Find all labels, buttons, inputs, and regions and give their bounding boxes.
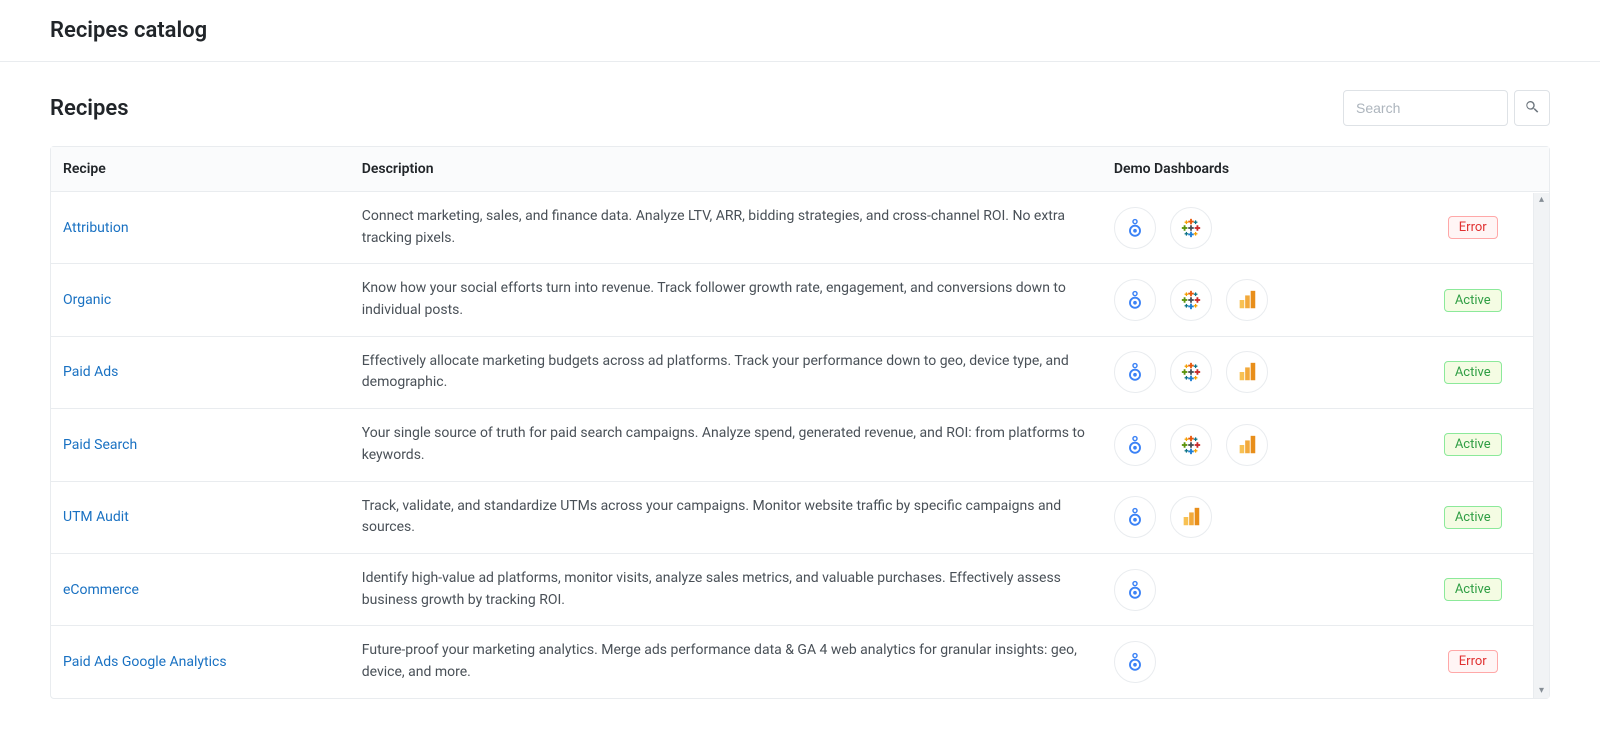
tableau-icon[interactable] — [1170, 351, 1212, 393]
section-top: Recipes — [50, 90, 1550, 126]
page-header: Recipes catalog — [0, 0, 1600, 62]
table-header-row: Recipe Description Demo Dashboards — [51, 147, 1549, 192]
looker-icon[interactable] — [1114, 351, 1156, 393]
recipe-link[interactable]: eCommerce — [63, 582, 139, 598]
table-row: Paid Ads Effectively allocate marketing b… — [51, 336, 1549, 408]
table-row: Paid Ads Google Analytics Future-proof yo… — [51, 626, 1549, 698]
looker-icon[interactable] — [1114, 569, 1156, 611]
looker-icon[interactable] — [1114, 279, 1156, 321]
col-header-description: Description — [350, 147, 1102, 192]
recipe-link[interactable]: UTM Audit — [63, 509, 129, 525]
dashboard-icons — [1114, 424, 1385, 466]
table-row: Organic Know how your social efforts turn… — [51, 264, 1549, 336]
recipe-description: Identify high-value ad platforms, monito… — [362, 570, 1061, 608]
table-row: Attribution Connect marketing, sales, and… — [51, 192, 1549, 264]
tableau-icon[interactable] — [1170, 424, 1212, 466]
status-badge: Active — [1444, 578, 1502, 601]
recipe-link[interactable]: Paid Ads Google Analytics — [63, 654, 227, 670]
table-row: UTM Audit Track, validate, and standardiz… — [51, 481, 1549, 553]
dashboard-icons — [1114, 496, 1385, 538]
recipe-link[interactable]: Organic — [63, 292, 111, 308]
table-container: Recipe Description Demo Dashboards Attri… — [50, 146, 1550, 699]
scrollbar[interactable]: ▴ ▾ — [1533, 193, 1549, 698]
looker-icon[interactable] — [1114, 496, 1156, 538]
tableau-icon[interactable] — [1170, 279, 1212, 321]
search-wrap — [1343, 90, 1550, 126]
recipe-link[interactable]: Attribution — [63, 220, 129, 236]
powerbi-icon[interactable] — [1226, 424, 1268, 466]
search-icon — [1524, 99, 1540, 118]
status-badge: Active — [1444, 506, 1502, 529]
looker-icon[interactable] — [1114, 641, 1156, 683]
status-badge: Active — [1444, 289, 1502, 312]
recipe-description: Know how your social efforts turn into r… — [362, 280, 1066, 318]
recipes-table: Recipe Description Demo Dashboards Attri… — [51, 147, 1549, 698]
scroll-up-icon: ▴ — [1539, 195, 1544, 205]
content: Recipes Recipe Description Demo Dashboar… — [0, 62, 1600, 727]
dashboard-icons — [1114, 351, 1385, 393]
recipe-description: Effectively allocate marketing budgets a… — [362, 353, 1069, 391]
recipe-description: Future-proof your marketing analytics. M… — [362, 642, 1077, 680]
search-button[interactable] — [1514, 90, 1550, 126]
dashboard-icons — [1114, 279, 1385, 321]
table-row: Paid Search Your single source of truth f… — [51, 409, 1549, 481]
col-header-status — [1396, 147, 1549, 192]
status-badge: Active — [1444, 361, 1502, 384]
status-badge: Error — [1448, 216, 1498, 239]
status-badge: Active — [1444, 433, 1502, 456]
scroll-down-icon: ▾ — [1539, 686, 1544, 696]
dashboard-icons — [1114, 569, 1385, 611]
section-title: Recipes — [50, 96, 129, 121]
table-row: eCommerce Identify high-value ad platform… — [51, 553, 1549, 625]
dashboard-icons — [1114, 641, 1385, 683]
powerbi-icon[interactable] — [1226, 279, 1268, 321]
looker-icon[interactable] — [1114, 207, 1156, 249]
recipe-description: Your single source of truth for paid sea… — [362, 425, 1085, 463]
tableau-icon[interactable] — [1170, 207, 1212, 249]
page-title: Recipes catalog — [50, 18, 1550, 43]
col-header-dashboards: Demo Dashboards — [1102, 147, 1397, 192]
col-header-recipe: Recipe — [51, 147, 350, 192]
search-input[interactable] — [1343, 90, 1508, 126]
powerbi-icon[interactable] — [1226, 351, 1268, 393]
recipe-description: Track, validate, and standardize UTMs ac… — [362, 498, 1061, 536]
recipe-description: Connect marketing, sales, and finance da… — [362, 208, 1065, 246]
status-badge: Error — [1448, 650, 1498, 673]
recipe-link[interactable]: Paid Ads — [63, 364, 118, 380]
dashboard-icons — [1114, 207, 1385, 249]
powerbi-icon[interactable] — [1170, 496, 1212, 538]
looker-icon[interactable] — [1114, 424, 1156, 466]
recipe-link[interactable]: Paid Search — [63, 437, 137, 453]
